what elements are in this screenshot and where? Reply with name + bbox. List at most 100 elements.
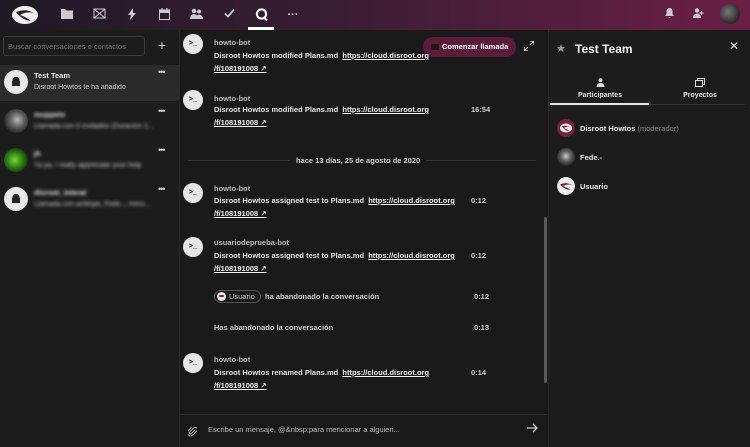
contact-avatar (4, 109, 28, 133)
message-link[interactable]: /f/108191008 ↗ (214, 118, 267, 127)
participant-avatar (557, 119, 575, 137)
message-text-cont: /f/108191008 ↗ (214, 381, 267, 390)
message-link[interactable]: /f/108191008 ↗ (214, 64, 267, 73)
conversation-menu-icon[interactable]: ••• (158, 184, 166, 194)
conversation-last-message: Llamada con 0 invitados (Duración 1... (34, 123, 154, 130)
tab-label: Proyectos (683, 92, 717, 99)
conversation-name: disroot_interal (34, 188, 87, 197)
fullscreen-icon[interactable] (523, 40, 536, 53)
conversation-last-message: Llamada con antilope, Fede.-, mecc... (34, 201, 152, 208)
active-tab-indicator (550, 103, 649, 105)
conversation-item[interactable]: disroot_interal Llamada con antilope, Fe… (0, 182, 179, 218)
bot-avatar: >_ (183, 237, 203, 257)
attachment-icon[interactable] (186, 426, 198, 440)
chat-scrollbar[interactable] (544, 217, 547, 383)
close-icon[interactable]: ✕ (729, 39, 739, 53)
user-mini-avatar (217, 292, 226, 301)
participant-name: Usuario (580, 182, 608, 191)
message-text-cont: /f/108191008 ↗ (214, 264, 267, 273)
tab-label: Participantes (578, 92, 622, 99)
message-text: Disroot Howtos assigned test to Plans.md… (214, 196, 455, 205)
message-time: 0:13 (474, 323, 490, 332)
message-text: Disroot Howtos modified Plans.md https:/… (214, 105, 430, 114)
message-author: howto-bot (214, 94, 251, 103)
message-link[interactable]: https://cloud.disroot.org (368, 196, 455, 205)
message-time: 0:12 (474, 292, 490, 301)
start-call-button[interactable]: Comenzar llamada (423, 37, 516, 57)
message-text-cont: /f/108191008 ↗ (214, 64, 267, 73)
message-text: Disroot Howtos modified Plans.md https:/… (214, 51, 430, 60)
system-message: Has abandonado la conversación (214, 323, 334, 332)
bot-avatar: >_ (183, 34, 203, 54)
message-text-cont: /f/108191008 ↗ (214, 209, 267, 218)
message-link[interactable]: /f/108191008 ↗ (214, 209, 267, 218)
conversation-menu-icon[interactable]: ••• (158, 106, 166, 116)
conversation-item[interactable]: jh Ya ya, I really appreciate your help … (0, 143, 179, 179)
more-icon[interactable]: ··· (286, 8, 300, 22)
bell-icon[interactable] (662, 8, 676, 22)
bolt-icon[interactable] (125, 8, 139, 22)
message-text: Disroot Howtos renamed Plans.md https://… (214, 368, 430, 377)
search-input[interactable] (3, 36, 145, 56)
favorite-star-icon[interactable]: ★ (556, 42, 566, 55)
day-separator: hace 13 días, 25 de agosto de 2020 (290, 156, 427, 165)
message-text-cont: /f/108191008 ↗ (214, 118, 267, 127)
participant-item[interactable]: Disroot Howtos (moderador) (557, 119, 747, 139)
conversation-item[interactable]: Test Team Disroot Howtos te ha añadido •… (0, 65, 179, 101)
message-link[interactable]: https://cloud.disroot.org (368, 251, 455, 260)
folder-icon[interactable] (60, 8, 74, 22)
participant-item[interactable]: Usuario (557, 177, 747, 197)
message-time: 0:12 (471, 251, 487, 260)
conversation-name: muppets (34, 110, 66, 119)
participant-item[interactable]: Fede.- (557, 148, 747, 168)
bot-avatar: >_ (183, 90, 203, 110)
group-avatar-icon (4, 70, 28, 94)
message-input[interactable]: Escribe un mensaje, @&nbsp;para menciona… (208, 425, 400, 434)
tab-projects[interactable]: Proyectos (650, 78, 750, 104)
conversation-name: jh (34, 149, 41, 158)
participant-avatar (557, 148, 575, 166)
message-text: Disroot Howtos assigned test to Plans.md… (214, 251, 455, 260)
people-icon[interactable] (692, 8, 706, 22)
group-avatar-icon (4, 187, 28, 211)
conversation-item[interactable]: muppets Llamada con 0 invitados (Duració… (0, 104, 179, 140)
talk-icon[interactable] (254, 8, 268, 22)
conversation-sidebar: + Test Team Disroot Howtos te ha añadido… (0, 30, 180, 447)
message-author: howto-bot (214, 184, 251, 193)
send-icon[interactable] (527, 423, 538, 436)
camera-icon (431, 44, 439, 50)
contact-avatar (4, 148, 28, 172)
tab-participants[interactable]: Participantes (550, 78, 650, 104)
conversation-menu-icon[interactable]: ••• (158, 145, 166, 155)
message-link[interactable]: https://cloud.disroot.org (342, 51, 429, 60)
message-author: usuariodeprueba-bot (214, 238, 290, 247)
message-link[interactable]: /f/108191008 ↗ (214, 264, 267, 273)
participant-name: Fede.- (580, 153, 603, 162)
participants-icon (550, 78, 650, 89)
calendar-icon[interactable] (157, 8, 171, 22)
start-call-label: Comenzar llamada (442, 42, 509, 51)
participant-name: Disroot Howtos (moderador) (580, 124, 679, 133)
message-author: howto-bot (214, 355, 251, 364)
room-title: Test Team (575, 42, 633, 56)
message-time: 0:12 (471, 196, 487, 205)
contacts-icon[interactable] (189, 8, 203, 22)
conversation-name: Test Team (34, 71, 70, 80)
logo-icon[interactable] (10, 4, 40, 26)
message-link[interactable]: https://cloud.disroot.org (342, 368, 429, 377)
bot-avatar: >_ (183, 183, 203, 203)
conversation-menu-icon[interactable]: ••• (158, 67, 166, 77)
new-conversation-button[interactable]: + (155, 37, 169, 53)
message-author: howto-bot (214, 38, 251, 47)
projects-icon (650, 78, 750, 89)
message-composer: Escribe un mensaje, @&nbsp;para menciona… (180, 414, 547, 447)
conversation-last-message: Disroot Howtos te ha añadido (34, 84, 126, 91)
system-message: Usuario ha abandonado la conversación (214, 290, 379, 303)
user-mention-badge[interactable]: Usuario (214, 290, 261, 303)
message-time: 16:54 (471, 105, 491, 114)
user-avatar[interactable] (720, 4, 740, 24)
message-link[interactable]: /f/108191008 ↗ (214, 381, 267, 390)
message-link[interactable]: https://cloud.disroot.org (342, 105, 429, 114)
photo-icon[interactable] (92, 8, 106, 22)
check-icon[interactable] (222, 8, 236, 22)
